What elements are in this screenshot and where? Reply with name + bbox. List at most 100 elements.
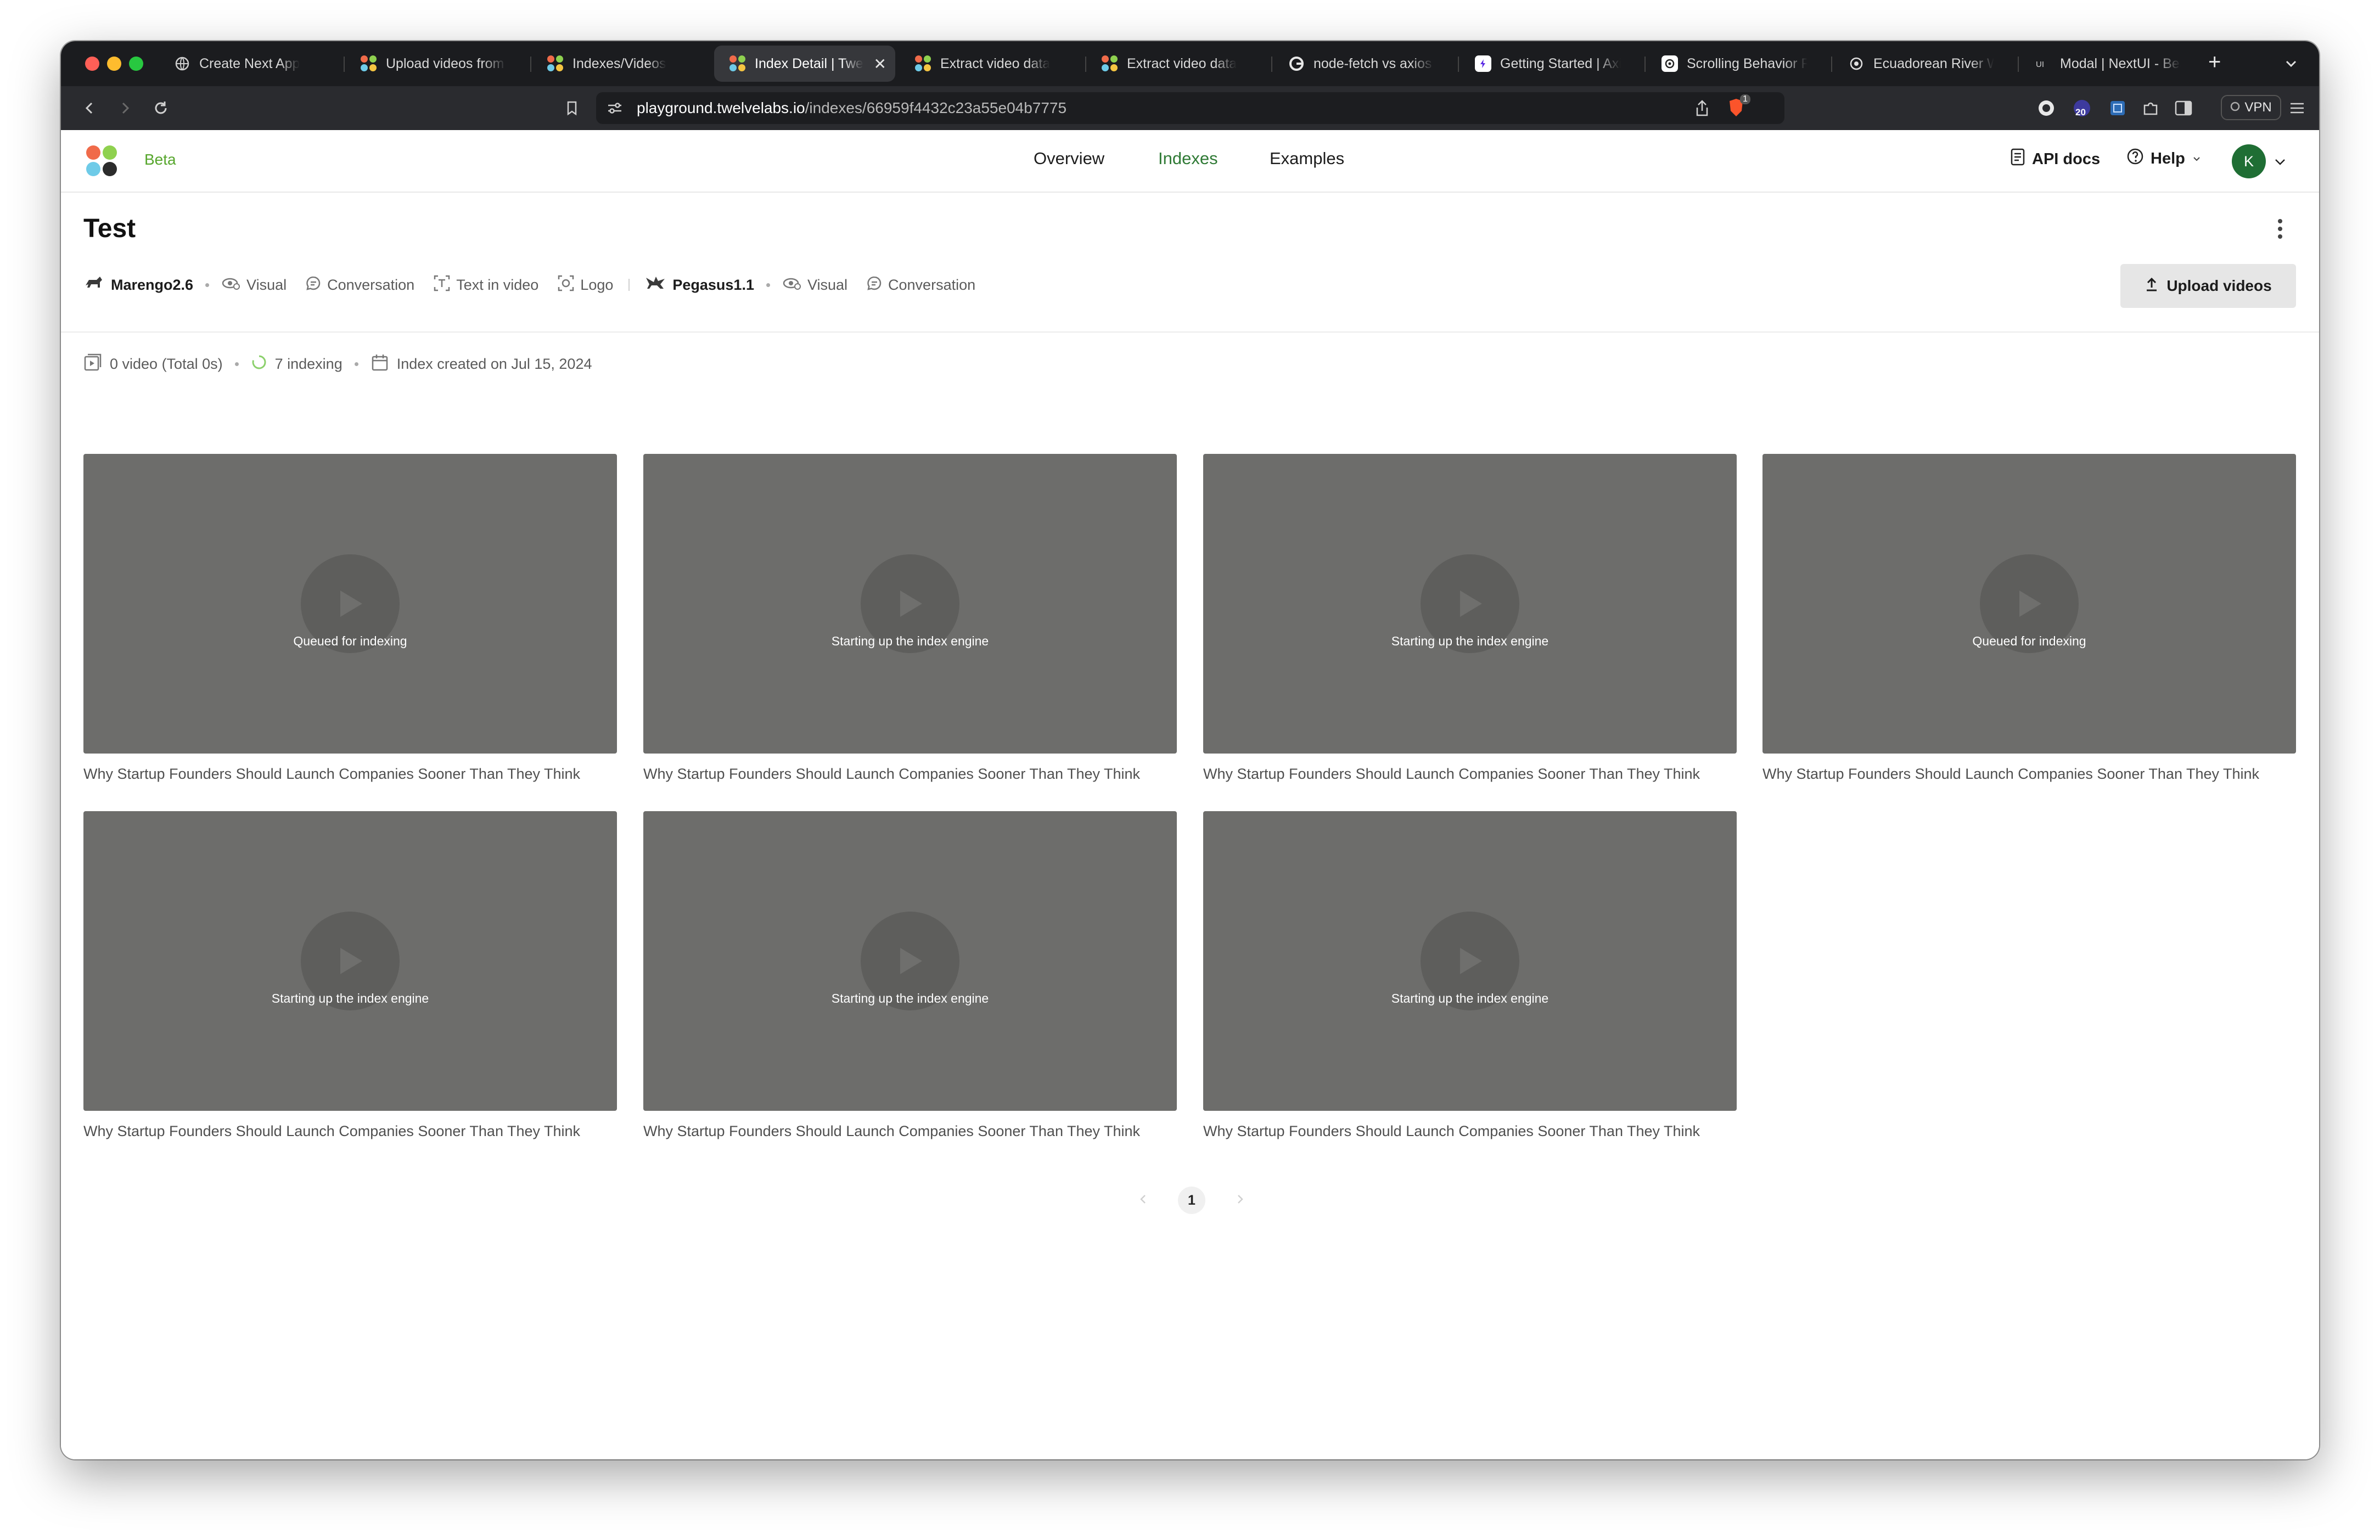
close-tab-icon[interactable]: ✕ <box>874 55 886 73</box>
twelvelabs-icon <box>361 55 377 72</box>
video-thumbnail[interactable]: Starting up the index engine <box>1203 811 1737 1111</box>
svg-text:UI: UI <box>2036 60 2044 69</box>
indexing-status: Starting up the index engine <box>271 991 429 1005</box>
new-tab-button[interactable]: + <box>2208 51 2221 73</box>
grammar-extension-icon[interactable] <box>2034 96 2058 120</box>
vpn-shield-icon <box>2230 100 2240 115</box>
avatar[interactable]: K <box>2232 144 2266 178</box>
account-chevron-down-icon[interactable] <box>2273 156 2287 170</box>
indexing-status: Queued for indexing <box>293 634 407 648</box>
browser-window: Create Next App Upload videos from e Ind… <box>61 41 2319 1459</box>
video-title[interactable]: Why Startup Founders Should Launch Compa… <box>1203 1123 1737 1140</box>
spinner-icon <box>251 354 267 374</box>
pagination: 1 <box>1137 1184 1247 1217</box>
tab-label: Getting Started | Axio <box>1500 55 1621 71</box>
url-path: /indexes/66959f4432c23a55e04b7775 <box>805 99 1067 116</box>
video-card[interactable]: Starting up the index engine Why Startup… <box>1203 454 1737 783</box>
browser-tab[interactable]: Scrolling Behavior Rig <box>1646 46 1822 82</box>
browser-tab[interactable]: Indexes/Videos <box>532 46 708 82</box>
nextui-icon: UI <box>2035 55 2051 72</box>
tab-list-chevron-icon[interactable] <box>2283 55 2299 75</box>
nav-indexes[interactable]: Indexes <box>1158 149 1218 168</box>
back-button[interactable] <box>77 96 102 120</box>
video-thumbnail[interactable]: Queued for indexing <box>83 454 617 754</box>
page-title: Test <box>83 214 136 243</box>
video-count-label: 0 video (Total 0s) <box>110 355 223 372</box>
next-page-icon[interactable] <box>1233 1193 1247 1209</box>
video-card[interactable]: Queued for indexing Why Startup Founders… <box>1762 454 2296 783</box>
browser-tab[interactable]: Getting Started | Axio <box>1460 46 1635 82</box>
browser-tab[interactable]: Extract video data <box>900 46 1075 82</box>
video-thumbnail[interactable]: Starting up the index engine <box>83 811 617 1111</box>
help-menu-button[interactable]: Help <box>2126 148 2202 170</box>
video-title[interactable]: Why Startup Founders Should Launch Compa… <box>83 1123 617 1140</box>
openai-icon <box>1661 55 1678 72</box>
app-header: Beta Overview Indexes Examples API docs … <box>61 130 2319 193</box>
indexing-status: Starting up the index engine <box>1391 991 1549 1005</box>
video-card[interactable]: Starting up the index engine Why Startup… <box>643 811 1177 1140</box>
video-title[interactable]: Why Startup Founders Should Launch Compa… <box>643 1123 1177 1140</box>
previous-page-icon[interactable] <box>1137 1193 1150 1209</box>
globe-icon <box>174 55 190 72</box>
video-title[interactable]: Why Startup Founders Should Launch Compa… <box>1203 766 1737 783</box>
indexing-status: Queued for indexing <box>1972 634 2086 648</box>
browser-tab-active[interactable]: Index Detail | Twe ✕ <box>714 46 895 82</box>
video-thumbnail[interactable]: Starting up the index engine <box>643 811 1177 1111</box>
browser-tab[interactable]: UI Modal | NextUI - Beau <box>2019 46 2195 82</box>
video-thumbnail[interactable]: Queued for indexing <box>1762 454 2296 754</box>
translate-extension-icon[interactable] <box>2106 96 2130 120</box>
site-settings-icon[interactable] <box>604 101 626 115</box>
address-bar[interactable]: playground.twelvelabs.io/indexes/66959f4… <box>596 92 1784 124</box>
video-thumbnail[interactable]: Starting up the index engine <box>1203 454 1737 754</box>
browser-tab[interactable]: Upload videos from e <box>345 46 521 82</box>
share-icon[interactable] <box>1694 99 1710 121</box>
close-window-button[interactable] <box>85 57 99 71</box>
extension-badge-icon[interactable]: 20 <box>2070 96 2094 120</box>
page-number-current[interactable]: 1 <box>1178 1187 1205 1214</box>
video-title[interactable]: Why Startup Founders Should Launch Compa… <box>83 766 617 783</box>
section-divider <box>61 331 2319 333</box>
video-card[interactable]: Starting up the index engine Why Startup… <box>1203 811 1737 1140</box>
video-thumbnail[interactable]: Starting up the index engine <box>643 454 1177 754</box>
browser-tab[interactable]: Create Next App <box>159 46 334 82</box>
upload-videos-button[interactable]: Upload videos <box>2120 264 2296 308</box>
eye-icon <box>782 276 802 295</box>
video-card[interactable]: Starting up the index engine Why Startup… <box>83 811 617 1140</box>
api-docs-link[interactable]: API docs <box>2010 148 2100 171</box>
forward-button[interactable] <box>113 96 137 120</box>
twelvelabs-logo[interactable] <box>86 145 119 178</box>
browser-tab[interactable]: node-fetch vs axios v <box>1273 46 1449 82</box>
minimize-window-button[interactable] <box>107 57 121 71</box>
video-card[interactable]: Queued for indexing Why Startup Founders… <box>83 454 617 783</box>
tab-label: Index Detail | Twe <box>755 55 863 71</box>
brave-shields-icon[interactable]: 1 <box>1727 94 1750 120</box>
option-label: Conversation <box>327 276 415 293</box>
more-options-icon[interactable] <box>2277 219 2283 241</box>
beta-badge: Beta <box>144 151 176 168</box>
video-title[interactable]: Why Startup Founders Should Launch Compa… <box>1762 766 2296 783</box>
tab-label: Scrolling Behavior Rig <box>1687 55 1808 71</box>
bookmark-icon[interactable] <box>560 96 584 120</box>
vpn-button[interactable]: VPN <box>2221 95 2281 120</box>
browser-menu-icon[interactable] <box>2285 96 2309 120</box>
sidebar-toggle-icon[interactable] <box>2171 96 2196 120</box>
tab-label: node-fetch vs axios v <box>1314 55 1434 71</box>
option-label: Conversation <box>888 276 976 293</box>
zoom-window-button[interactable] <box>129 57 143 71</box>
nav-examples[interactable]: Examples <box>1270 149 1344 168</box>
pegasus-conversation-option: Conversation <box>866 275 975 295</box>
reload-button[interactable] <box>149 96 173 120</box>
browser-tab[interactable]: Ecuadorean River Wir <box>1833 46 2008 82</box>
marengo-visual-option: Visual <box>221 276 287 295</box>
video-card[interactable]: Starting up the index engine Why Startup… <box>643 454 1177 783</box>
indexing-status: Starting up the index engine <box>1391 634 1549 648</box>
extensions-puzzle-icon[interactable] <box>2138 96 2163 120</box>
eye-icon <box>221 276 241 295</box>
browser-tab[interactable]: Extract video data <box>1086 46 1262 82</box>
nav-overview[interactable]: Overview <box>1034 149 1104 168</box>
twelvelabs-icon <box>915 55 931 72</box>
upload-videos-label: Upload videos <box>2166 277 2272 294</box>
app-page: Beta Overview Indexes Examples API docs … <box>61 130 2319 1459</box>
chat-bubble-icon <box>866 275 883 295</box>
video-title[interactable]: Why Startup Founders Should Launch Compa… <box>643 766 1177 783</box>
